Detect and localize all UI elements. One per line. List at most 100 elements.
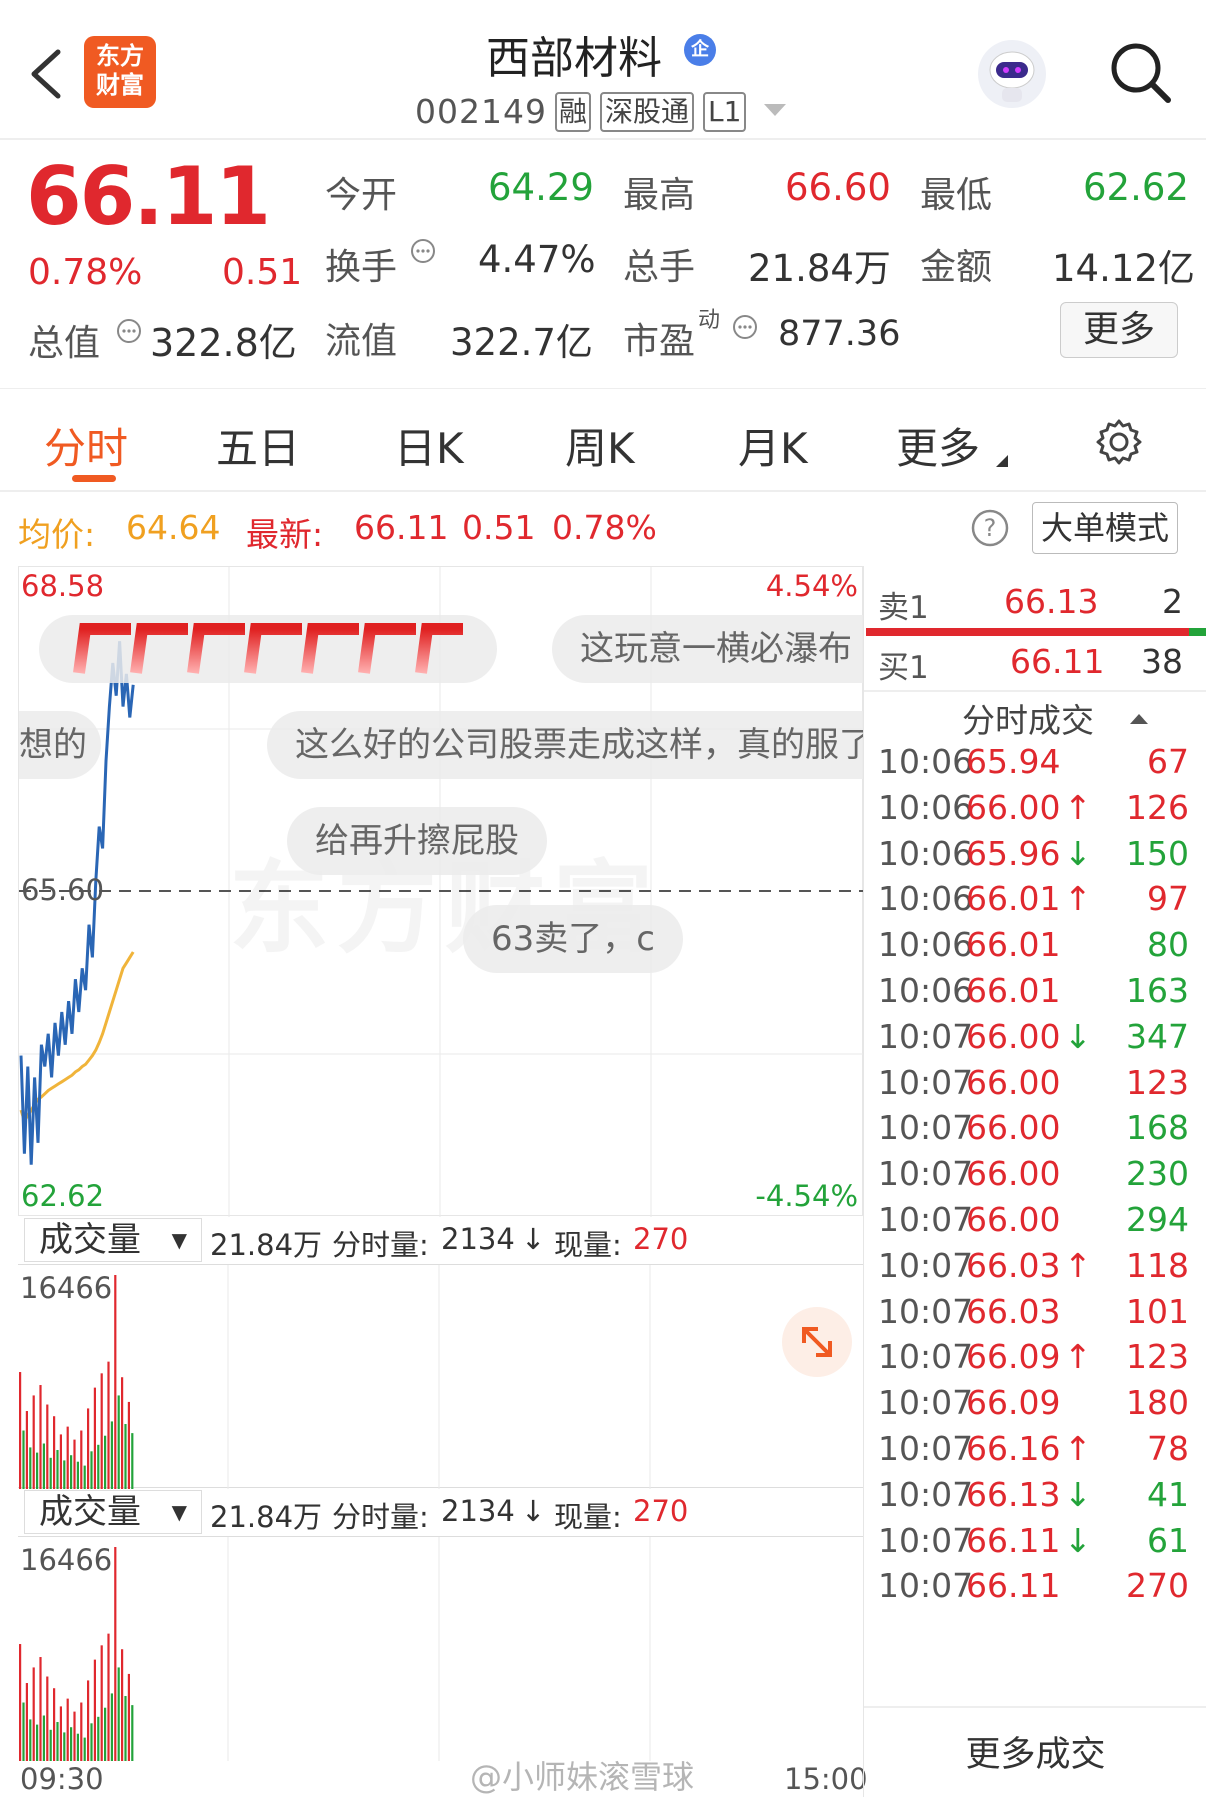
svg-text:?: ?	[984, 514, 997, 542]
chevron-left-icon[interactable]	[28, 48, 62, 100]
more-trades-button[interactable]: 更多成交	[864, 1726, 1206, 1777]
expand-icon	[802, 1327, 832, 1357]
danmu-red-bars	[39, 615, 497, 683]
danmu-comment-2: 想的	[19, 711, 101, 779]
trade-volume: 97	[1147, 879, 1189, 919]
trade-price: 66.00	[966, 1154, 1061, 1194]
volume-bar	[124, 1424, 127, 1489]
low-label: 最低	[920, 175, 993, 216]
trade-volume: 67	[1147, 742, 1189, 781]
volume-bar	[42, 1443, 45, 1489]
high-value: 66.60	[785, 166, 891, 209]
volume-bar	[42, 1715, 45, 1761]
trade-time: 10:07	[878, 1474, 974, 1514]
volume-bar	[100, 1645, 103, 1761]
pct-min-label: -4.54%	[755, 1179, 858, 1213]
trade-price: 66.11	[966, 1520, 1061, 1560]
ask-row[interactable]: 卖1 66.13 2	[878, 582, 1203, 634]
market-cap-value: 322.8亿	[150, 321, 297, 365]
change-percent: 0.78%	[28, 252, 143, 293]
info-dots-icon[interactable]	[732, 314, 758, 340]
trade-price: 66.09	[966, 1383, 1061, 1423]
trade-volume: 180	[1126, 1383, 1189, 1423]
footer-watermark: @小师妹滚雪球	[470, 1758, 695, 1796]
app-logo[interactable]: 东方 财富	[84, 36, 156, 108]
trade-row: 10:07 66.03 ↑ 118	[878, 1246, 1203, 1298]
trade-time: 10:07	[878, 1383, 974, 1423]
trade-row: 10:07 66.00 230	[878, 1154, 1203, 1206]
info-dots-icon[interactable]	[410, 238, 436, 264]
volume-bar	[19, 1644, 22, 1761]
trade-time: 10:07	[878, 1520, 974, 1560]
trade-volume: 78	[1147, 1429, 1189, 1468]
trade-time: 10:07	[878, 1062, 974, 1102]
bid-row[interactable]: 买1 66.11 38	[878, 642, 1203, 694]
volume-bar	[36, 1452, 39, 1489]
trade-row: 10:07 66.03 101	[878, 1292, 1203, 1344]
volume-bar	[87, 1408, 90, 1489]
turnover-label: 换手	[325, 247, 398, 288]
volume-chart-2[interactable]: 16466	[18, 1536, 863, 1761]
volume-bar	[93, 1387, 96, 1489]
expand-button[interactable]	[782, 1307, 852, 1377]
market-cap-label: 总值	[28, 323, 101, 364]
volume-bar	[22, 1702, 25, 1761]
search-icon[interactable]	[1108, 40, 1174, 106]
dropdown-triangle-icon[interactable]	[764, 104, 786, 118]
tab-monthly-k[interactable]: 月K	[738, 415, 808, 476]
tab-daily-k[interactable]: 日K	[394, 415, 464, 476]
volume-bar	[117, 1667, 120, 1761]
trade-time: 10:07	[878, 1154, 974, 1194]
tab-intraday[interactable]: 分时	[44, 415, 128, 476]
trade-volume: 163	[1126, 971, 1189, 1010]
more-button[interactable]: 更多	[1060, 302, 1178, 358]
volume-chart-1[interactable]: 16466	[18, 1264, 863, 1489]
volume-bar	[97, 1716, 100, 1761]
info-dots-icon[interactable]	[116, 318, 142, 344]
gear-icon[interactable]	[1094, 417, 1144, 467]
trade-price: 66.09	[966, 1337, 1061, 1377]
total-volume-value: 21.84万	[748, 247, 891, 290]
low-value: 62.62	[1083, 166, 1189, 209]
volume-bars-svg-1	[19, 1265, 651, 1489]
y-max-label: 68.58	[21, 569, 105, 603]
volume-bar	[87, 1680, 90, 1761]
trade-time: 10:07	[878, 1245, 974, 1285]
trades-header[interactable]: 分时成交	[962, 694, 1094, 742]
volume-bar	[66, 1698, 69, 1761]
volume-selector-1[interactable]: 成交量 ▼	[24, 1218, 202, 1262]
trade-volume: 230	[1126, 1154, 1189, 1194]
danmu-comment-5: 63卖了，c	[463, 905, 683, 973]
tab-weekly-k[interactable]: 周K	[565, 415, 635, 476]
sort-up-icon[interactable]	[1130, 712, 1148, 724]
trade-time: 10:06	[878, 787, 974, 827]
trade-volume: 168	[1126, 1108, 1189, 1148]
big-order-mode-button[interactable]: 大单模式	[1032, 502, 1178, 554]
y-mid-label: 65.60	[21, 873, 105, 907]
volume-bar	[121, 1649, 124, 1761]
period-volume-value-2: 2134	[441, 1494, 515, 1528]
volume-bar	[56, 1450, 59, 1489]
robot-assistant-icon[interactable]	[976, 38, 1048, 110]
intraday-chart[interactable]: 东方财富 68.58 65.60 62.62 4.54% -4.54% 这玩意一…	[18, 566, 864, 1217]
volume-selector-2[interactable]: 成交量 ▼	[24, 1490, 202, 1534]
now-volume-value-2: 270	[633, 1494, 689, 1528]
volume-bar	[131, 1433, 134, 1489]
latest-change: 0.51	[462, 508, 536, 547]
app-logo-line2: 财富	[96, 71, 144, 99]
tab-more[interactable]: 更多	[896, 415, 980, 476]
tag-shenzhen-connect: 深股通	[600, 92, 695, 132]
tab-five-day[interactable]: 五日	[216, 415, 300, 476]
divider	[864, 1706, 1206, 1708]
volume-bar	[25, 1411, 28, 1489]
divider	[864, 690, 1206, 692]
volume-bar	[90, 1723, 93, 1761]
volume-bar	[19, 1372, 22, 1489]
avg-price-value: 64.64	[126, 508, 221, 547]
time-axis-start: 09:30	[20, 1762, 104, 1796]
ask-volume: 2	[1162, 582, 1183, 621]
volume-bar	[110, 1693, 113, 1761]
question-icon[interactable]: ?	[970, 508, 1010, 548]
trade-time: 10:07	[878, 1566, 974, 1606]
trade-row: 10:07 66.09 ↑ 123	[878, 1337, 1203, 1389]
